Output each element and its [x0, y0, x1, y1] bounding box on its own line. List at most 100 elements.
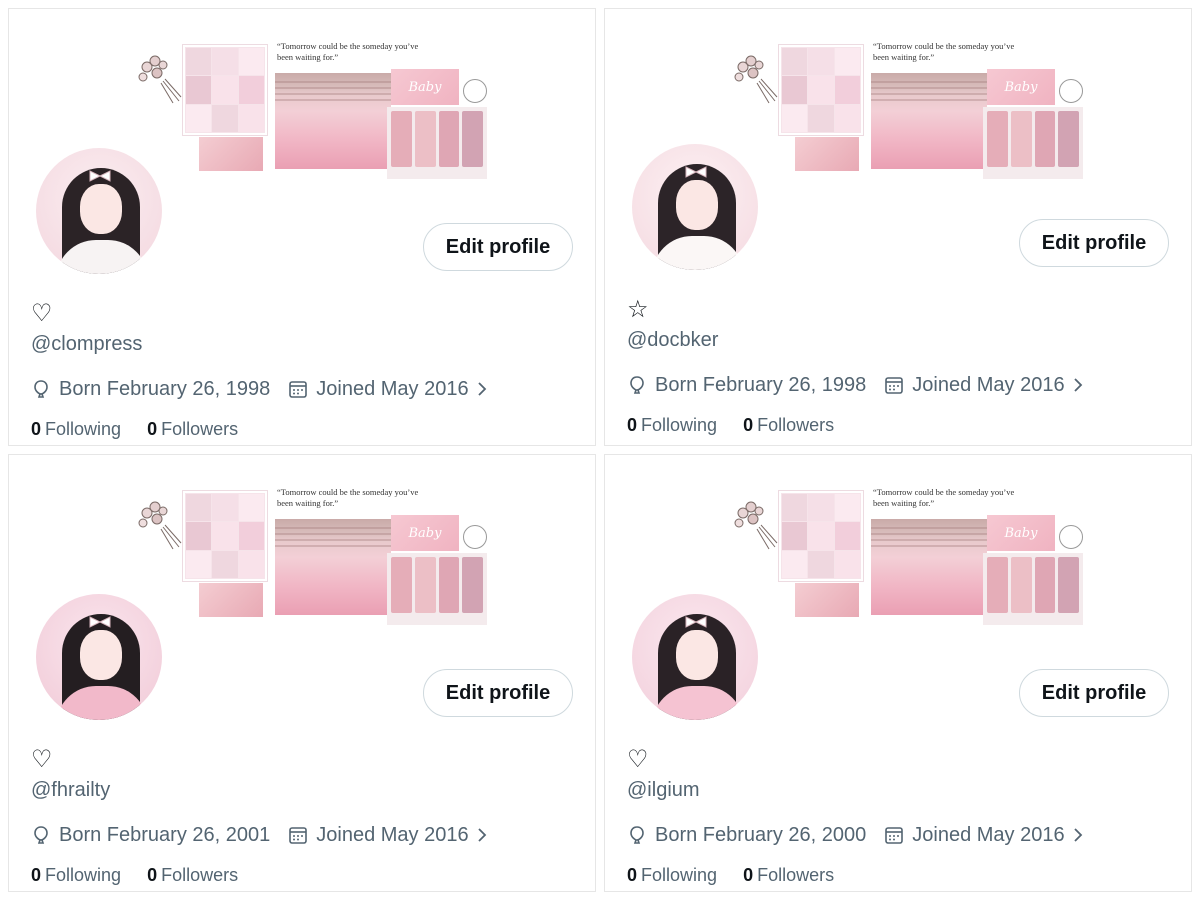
chevron-right-icon	[477, 382, 486, 396]
followers-link[interactable]: 0 Followers	[147, 865, 238, 886]
birthday: Born February 26, 1998	[627, 374, 866, 397]
calendar-icon	[885, 377, 904, 394]
bedroom-photo	[275, 73, 391, 169]
edit-profile-button[interactable]: Edit profile	[1019, 669, 1169, 717]
bedroom-photo	[871, 73, 987, 169]
joined-text: Joined May 2016	[316, 823, 469, 846]
display-name: ♡	[31, 745, 53, 773]
following-count: 0	[31, 419, 42, 439]
hand-photo	[199, 137, 263, 171]
edit-profile-button[interactable]: Edit profile	[1019, 219, 1169, 267]
hand-photo	[199, 583, 263, 617]
leaf-badge-icon	[463, 525, 487, 549]
avatar[interactable]	[629, 591, 761, 723]
followers-label: Followers	[161, 865, 239, 885]
moodboard-collage	[779, 491, 863, 581]
baby-card: Baby	[391, 69, 459, 105]
edit-profile-button[interactable]: Edit profile	[423, 223, 573, 271]
following-link[interactable]: 0 Following	[31, 419, 121, 440]
birthday: Born February 26, 2000	[627, 824, 866, 847]
following-count: 0	[31, 865, 42, 885]
profile-card: “Tomorrow could be the someday you’ve be…	[8, 8, 596, 446]
followers-count: 0	[147, 865, 158, 885]
moodboard-collage	[183, 491, 267, 581]
followers-count: 0	[147, 419, 158, 439]
banner-quote: “Tomorrow could be the someday you’ve be…	[873, 41, 1015, 62]
baby-card: Baby	[987, 69, 1055, 105]
avatar[interactable]	[629, 141, 761, 273]
followers-label: Followers	[757, 865, 835, 885]
followers-label: Followers	[161, 419, 239, 439]
following-link[interactable]: 0 Following	[627, 865, 717, 886]
profile-card: “Tomorrow could be the someday you’ve be…	[604, 454, 1192, 892]
followers-count: 0	[743, 865, 754, 885]
display-name: ♡	[627, 745, 649, 773]
eyeshadow-palette	[983, 553, 1083, 625]
baby-card: Baby	[391, 515, 459, 551]
followers-link[interactable]: 0 Followers	[743, 415, 834, 436]
following-label: Following	[45, 865, 122, 885]
following-link[interactable]: 0 Following	[31, 865, 121, 886]
following-label: Following	[45, 419, 122, 439]
calendar-icon	[289, 381, 308, 398]
chevron-right-icon	[1073, 828, 1082, 842]
handle: @fhrailty	[31, 779, 111, 801]
bouquet-icon	[734, 55, 778, 104]
follow-stats: 0 Following 0 Followers	[627, 415, 834, 436]
handle: @docbker	[627, 329, 719, 351]
bouquet-icon	[734, 501, 778, 550]
balloon-icon	[630, 826, 644, 844]
leaf-badge-icon	[1059, 79, 1083, 103]
hand-photo	[795, 137, 859, 171]
avatar[interactable]	[33, 145, 165, 277]
chevron-right-icon	[477, 828, 486, 842]
following-link[interactable]: 0 Following	[627, 415, 717, 436]
profile-card: “Tomorrow could be the someday you’ve be…	[8, 454, 596, 892]
followers-link[interactable]: 0 Followers	[743, 865, 834, 886]
edit-profile-button[interactable]: Edit profile	[423, 669, 573, 717]
banner-image[interactable]: “Tomorrow could be the someday you’ve be…	[129, 485, 489, 635]
bouquet-icon	[138, 55, 182, 104]
banner-quote: “Tomorrow could be the someday you’ve be…	[277, 487, 419, 508]
banner-image[interactable]: “Tomorrow could be the someday you’ve be…	[129, 39, 489, 189]
bedroom-photo	[275, 519, 391, 615]
joined-date[interactable]: Joined May 2016	[884, 824, 1084, 847]
handle: @clompress	[31, 333, 143, 355]
banner-image[interactable]: “Tomorrow could be the someday you’ve be…	[725, 485, 1085, 635]
baby-card: Baby	[987, 515, 1055, 551]
joined-date[interactable]: Joined May 2016	[288, 824, 488, 847]
banner-quote: “Tomorrow could be the someday you’ve be…	[277, 41, 419, 62]
eyeshadow-palette	[983, 107, 1083, 179]
followers-link[interactable]: 0 Followers	[147, 419, 238, 440]
calendar-icon	[885, 827, 904, 844]
following-count: 0	[627, 415, 638, 435]
avatar[interactable]	[33, 591, 165, 723]
following-label: Following	[641, 415, 718, 435]
joined-text: Joined May 2016	[316, 377, 469, 400]
followers-count: 0	[743, 415, 754, 435]
balloon-icon	[34, 826, 48, 844]
follow-stats: 0 Following 0 Followers	[31, 865, 238, 886]
birthday: Born February 26, 2001	[31, 824, 270, 847]
joined-date[interactable]: Joined May 2016	[288, 378, 488, 401]
joined-text: Joined May 2016	[912, 823, 1065, 846]
eyeshadow-palette	[387, 107, 487, 179]
balloon-icon	[630, 376, 644, 394]
handle: @ilgium	[627, 779, 700, 801]
banner-quote: “Tomorrow could be the someday you’ve be…	[873, 487, 1015, 508]
profile-card: “Tomorrow could be the someday you’ve be…	[604, 8, 1192, 446]
profile-meta: Born February 26, 1998 Joined May 2016	[627, 371, 1085, 399]
eyeshadow-palette	[387, 553, 487, 625]
profile-meta: Born February 26, 2000 Joined May 2016	[627, 821, 1085, 849]
bouquet-icon	[138, 501, 182, 550]
display-name: ☆	[627, 295, 649, 323]
joined-date[interactable]: Joined May 2016	[884, 374, 1084, 397]
banner-image[interactable]: “Tomorrow could be the someday you’ve be…	[725, 39, 1085, 189]
born-text: Born February 26, 1998	[655, 373, 867, 396]
balloon-icon	[34, 380, 48, 398]
calendar-icon	[289, 827, 308, 844]
moodboard-collage	[183, 45, 267, 135]
follow-stats: 0 Following 0 Followers	[31, 419, 238, 440]
chevron-right-icon	[1073, 378, 1082, 392]
moodboard-collage	[779, 45, 863, 135]
